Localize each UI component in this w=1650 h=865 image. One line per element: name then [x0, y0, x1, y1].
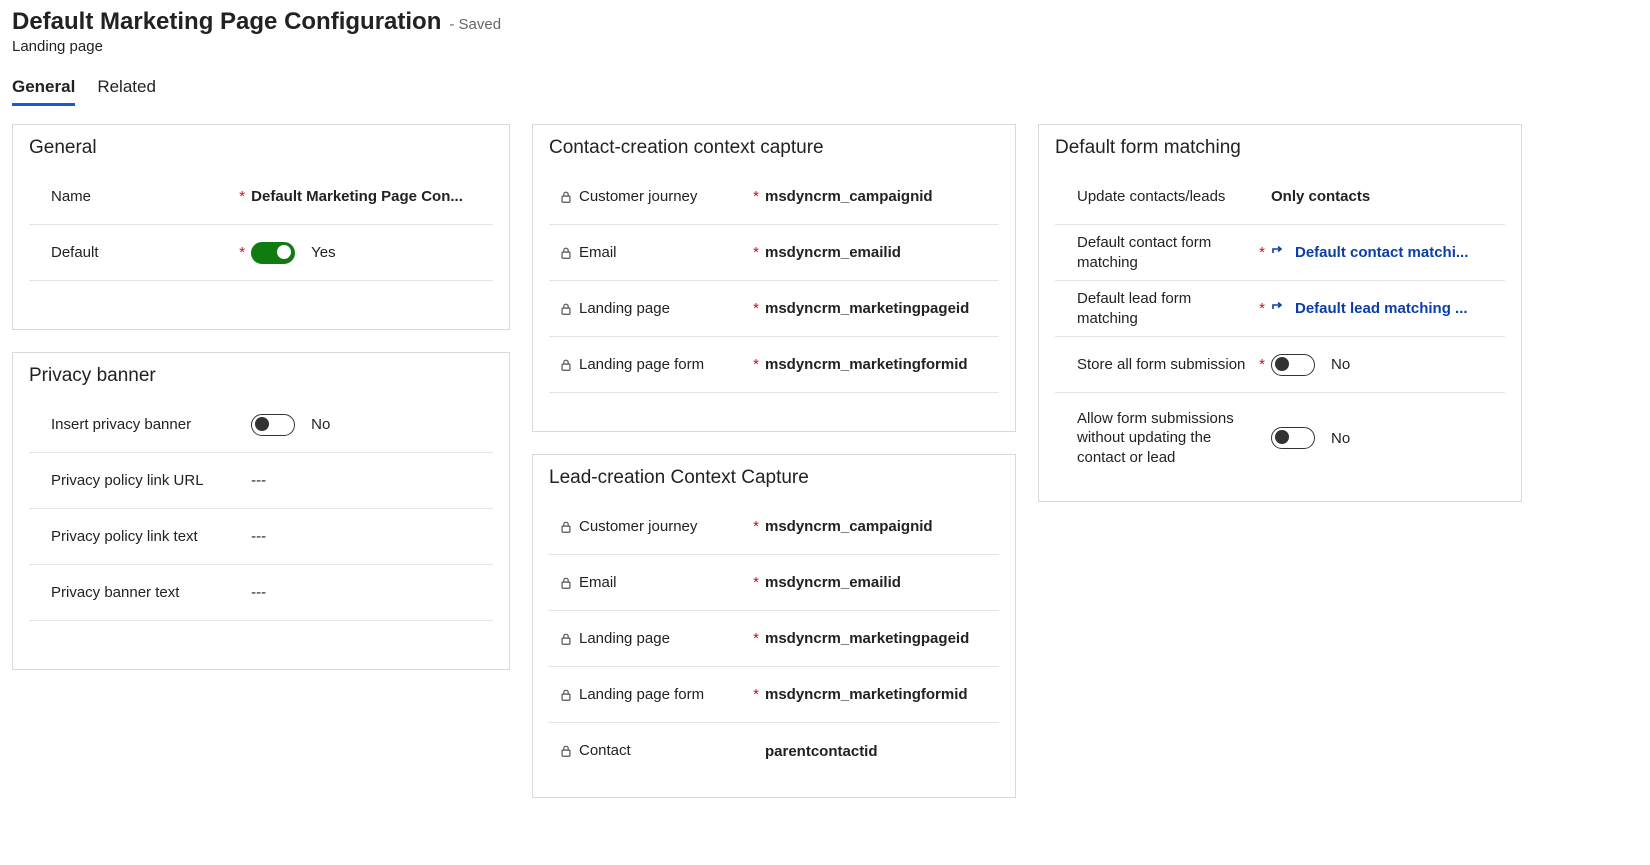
label-ccc-journey: Customer journey: [549, 187, 747, 207]
lock-icon: [559, 190, 573, 204]
lock-icon: [559, 520, 573, 534]
label-lcc-form: Landing page form: [549, 685, 747, 705]
required-star: *: [233, 244, 251, 261]
label-privacy-url: Privacy policy link URL: [29, 471, 233, 491]
lock-icon: [559, 632, 573, 646]
label-lcc-email: Email: [549, 573, 747, 593]
label-ccc-email: Email: [549, 243, 747, 263]
page-title: Default Marketing Page Configuration: [12, 8, 441, 36]
value-lcc-contact: parentcontactid: [765, 743, 999, 760]
label-ccc-form: Landing page form: [549, 355, 747, 375]
label-privacy-text: Privacy policy link text: [29, 527, 233, 547]
card-contact-creation: Contact-creation context capture Custome…: [532, 124, 1016, 432]
saved-indicator: - Saved: [449, 16, 501, 33]
label-update-contacts: Update contacts/leads: [1055, 187, 1253, 207]
card-title-general: General: [29, 137, 493, 159]
tabs: General Related: [12, 77, 1638, 106]
required-star: *: [747, 300, 765, 317]
linkout-icon: [1271, 301, 1287, 317]
required-star: *: [747, 188, 765, 205]
value-lcc-journey: msdyncrm_campaignid: [765, 518, 999, 535]
label-allow-submissions: Allow form submissions without updating …: [1055, 409, 1253, 468]
entity-name: Landing page: [12, 38, 1638, 55]
lock-icon: [559, 744, 573, 758]
lock-icon: [559, 358, 573, 372]
linkout-icon: [1271, 245, 1287, 261]
card-general: General Name * Default Marketing Page Co…: [12, 124, 510, 330]
value-privacy-banner-text[interactable]: ---: [251, 584, 493, 601]
card-title-lcc: Lead-creation Context Capture: [549, 467, 999, 489]
label-privacy-banner-text: Privacy banner text: [29, 583, 233, 603]
label-ccc-landing: Landing page: [549, 299, 747, 319]
card-privacy-banner: Privacy banner Insert privacy banner No …: [12, 352, 510, 670]
label-default: Default: [29, 243, 233, 263]
toggle-insert-privacy-label: No: [311, 416, 330, 433]
label-lcc-journey: Customer journey: [549, 517, 747, 537]
required-star: *: [747, 630, 765, 647]
lock-icon: [559, 576, 573, 590]
tab-related[interactable]: Related: [97, 77, 156, 106]
value-contact-form-matching[interactable]: Default contact matchi...: [1271, 244, 1505, 261]
value-privacy-url[interactable]: ---: [251, 472, 493, 489]
required-star: *: [1253, 244, 1271, 261]
value-lead-form-matching[interactable]: Default lead matching ...: [1271, 300, 1505, 317]
required-star: *: [1253, 300, 1271, 317]
toggle-default-label: Yes: [311, 244, 335, 261]
required-star: *: [747, 244, 765, 261]
lock-icon: [559, 246, 573, 260]
value-lcc-form: msdyncrm_marketingformid: [765, 686, 999, 703]
toggle-default[interactable]: [251, 242, 295, 264]
value-ccc-landing: msdyncrm_marketingpageid: [765, 300, 999, 317]
toggle-store-all[interactable]: [1271, 354, 1315, 376]
lock-icon: [559, 688, 573, 702]
tab-general[interactable]: General: [12, 77, 75, 106]
required-star: *: [233, 188, 251, 205]
value-ccc-email: msdyncrm_emailid: [765, 244, 999, 261]
label-store-all: Store all form submission: [1055, 355, 1253, 375]
label-lcc-landing: Landing page: [549, 629, 747, 649]
card-default-form-matching: Default form matching Update contacts/le…: [1038, 124, 1522, 502]
label-insert-privacy: Insert privacy banner: [29, 415, 233, 435]
card-lead-creation: Lead-creation Context Capture Customer j…: [532, 454, 1016, 798]
card-title-privacy: Privacy banner: [29, 365, 493, 387]
card-title-ccc: Contact-creation context capture: [549, 137, 999, 159]
value-name[interactable]: Default Marketing Page Con...: [251, 188, 493, 205]
toggle-insert-privacy[interactable]: [251, 414, 295, 436]
value-privacy-text[interactable]: ---: [251, 528, 493, 545]
value-ccc-journey: msdyncrm_campaignid: [765, 188, 999, 205]
label-lead-form-matching: Default lead form matching: [1055, 289, 1253, 328]
required-star: *: [747, 356, 765, 373]
value-ccc-form: msdyncrm_marketingformid: [765, 356, 999, 373]
value-update-contacts[interactable]: Only contacts: [1271, 188, 1505, 205]
required-star: *: [1253, 356, 1271, 373]
label-contact-form-matching: Default contact form matching: [1055, 233, 1253, 272]
card-title-dfm: Default form matching: [1055, 137, 1505, 159]
required-star: *: [747, 574, 765, 591]
lock-icon: [559, 302, 573, 316]
label-name: Name: [29, 187, 233, 207]
label-lcc-contact: Contact: [549, 741, 747, 761]
toggle-store-all-label: No: [1331, 356, 1350, 373]
required-star: *: [747, 518, 765, 535]
value-lcc-landing: msdyncrm_marketingpageid: [765, 630, 999, 647]
toggle-allow-submissions-label: No: [1331, 430, 1350, 447]
required-star: *: [747, 686, 765, 703]
toggle-allow-submissions[interactable]: [1271, 427, 1315, 449]
value-lcc-email: msdyncrm_emailid: [765, 574, 999, 591]
